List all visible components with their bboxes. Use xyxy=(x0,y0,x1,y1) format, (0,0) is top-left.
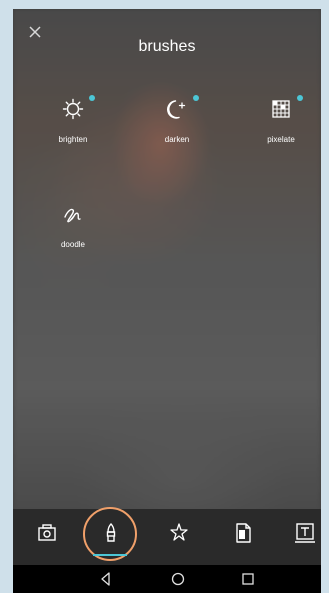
bottom-toolbar xyxy=(13,507,321,565)
brush-label: pixelate xyxy=(267,135,295,144)
home-icon[interactable] xyxy=(169,570,187,588)
document-icon[interactable] xyxy=(229,519,257,547)
system-navigation-bar xyxy=(13,565,321,593)
new-badge-dot xyxy=(193,95,199,101)
brush-label: brighten xyxy=(58,135,88,144)
back-icon[interactable] xyxy=(97,570,115,588)
new-badge-dot xyxy=(297,95,303,101)
brush-label: doodle xyxy=(60,240,86,249)
brush-pixelate[interactable]: pixelate xyxy=(241,95,321,157)
squiggle-icon xyxy=(61,202,85,226)
text-frame-icon[interactable] xyxy=(291,519,319,547)
page-title: brushes xyxy=(138,38,196,55)
brush-doodle[interactable]: doodle xyxy=(33,202,113,262)
brush-label: darken xyxy=(164,135,190,144)
active-tab-indicator xyxy=(93,554,127,556)
pixel-grid-icon xyxy=(269,97,293,121)
new-badge-dot xyxy=(89,95,95,101)
close-icon[interactable] xyxy=(28,25,42,39)
moon-sparkle-icon xyxy=(165,97,189,121)
app-screen: brushes brighten darken pixelate doodle xyxy=(13,9,321,593)
brush-darken[interactable]: darken xyxy=(137,95,217,157)
device-frame: brushes brighten darken pixelate doodle xyxy=(0,0,329,593)
brush-brighten[interactable]: brighten xyxy=(33,95,113,157)
brush-icon[interactable] xyxy=(97,519,125,547)
sparkle-star-icon[interactable] xyxy=(165,519,193,547)
camera-frame-icon[interactable] xyxy=(33,519,61,547)
sun-gear-icon xyxy=(61,97,85,121)
recents-icon[interactable] xyxy=(239,570,257,588)
